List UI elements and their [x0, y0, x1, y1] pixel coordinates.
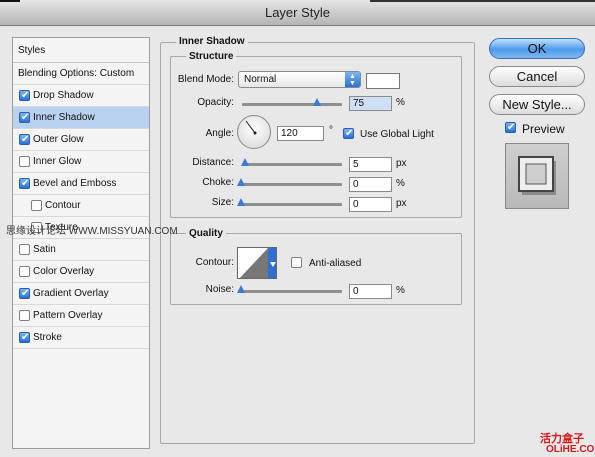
style-item-checkbox[interactable]: [19, 90, 30, 101]
style-item-label: Drop Shadow: [33, 90, 94, 101]
noise-label: Noise:: [205, 284, 234, 295]
size-unit: px: [396, 198, 407, 209]
style-items: Drop Shadow Inner Shadow Outer Glow Inner G…: [13, 85, 149, 349]
select-arrows-icon: ▲ ▼: [345, 72, 360, 87]
contour-curve-icon: [239, 248, 276, 278]
size-slider[interactable]: [242, 203, 342, 206]
preview-checkbox[interactable]: [505, 122, 516, 133]
style-item-checkbox[interactable]: [19, 134, 30, 145]
size-label: Size:: [211, 197, 234, 208]
distance-field[interactable]: 5: [349, 157, 392, 172]
angle-dial-needle-icon: [245, 120, 257, 135]
style-item-contour[interactable]: Contour: [13, 195, 149, 217]
style-item-checkbox[interactable]: [19, 332, 30, 343]
size-slider-knob[interactable]: [237, 198, 245, 206]
window-title: Layer Style: [264, 5, 331, 20]
style-item-label: Color Overlay: [33, 266, 95, 277]
choke-slider[interactable]: [242, 183, 342, 186]
style-item-label: Contour: [45, 200, 81, 211]
style-item-bevel-and-emboss[interactable]: Bevel and Emboss: [13, 173, 149, 195]
style-preview: [505, 143, 569, 209]
choke-slider-knob[interactable]: [237, 178, 245, 186]
noise-field[interactable]: 0: [349, 284, 392, 299]
distance-unit: px: [396, 158, 407, 169]
style-item-checkbox[interactable]: [19, 178, 30, 189]
watermark-left: 思缘设计论坛 WWW.MISSYUAN.COM: [6, 226, 178, 237]
watermark-right-bottom: OLiHE.COM: [546, 444, 595, 455]
style-item-label: Satin: [33, 244, 56, 255]
use-global-light-label: Use Global Light: [360, 129, 434, 140]
contour-picker[interactable]: [237, 247, 277, 279]
style-item-label: Gradient Overlay: [33, 288, 109, 299]
style-item-outer-glow[interactable]: Outer Glow: [13, 129, 149, 151]
opacity-slider-knob[interactable]: [313, 98, 321, 106]
quality-title: Quality: [186, 228, 226, 239]
contour-label: Contour:: [195, 257, 234, 268]
choke-field[interactable]: 0: [349, 177, 392, 192]
blend-mode-value: Normal: [244, 74, 277, 85]
blending-options-item[interactable]: Blending Options: Custom: [13, 63, 149, 85]
style-item-inner-glow[interactable]: Inner Glow: [13, 151, 149, 173]
noise-unit: %: [396, 285, 405, 296]
choke-unit: %: [396, 178, 405, 189]
inner-shadow-title: Inner Shadow: [176, 36, 248, 47]
style-item-checkbox[interactable]: [19, 288, 30, 299]
use-global-light-checkbox[interactable]: [343, 128, 354, 139]
blend-mode-select[interactable]: Normal ▲ ▼: [238, 71, 361, 88]
preview-thumbnail-icon: [518, 156, 556, 195]
style-item-label: Outer Glow: [33, 134, 84, 145]
ok-button[interactable]: OK: [489, 38, 585, 59]
distance-slider[interactable]: [242, 163, 342, 166]
angle-field[interactable]: 120: [277, 126, 324, 141]
noise-slider-knob[interactable]: [237, 285, 245, 293]
cancel-button[interactable]: Cancel: [489, 66, 585, 87]
title-bar-edge: [0, 0, 20, 2]
style-item-label: Bevel and Emboss: [33, 178, 117, 189]
angle-label: Angle:: [205, 128, 234, 139]
distance-label: Distance:: [192, 157, 234, 168]
opacity-unit: %: [396, 97, 405, 108]
styles-list: Styles Blending Options: Custom Drop Sha…: [12, 37, 150, 449]
blend-mode-label: Blend Mode:: [177, 74, 234, 85]
opacity-slider[interactable]: [242, 103, 342, 106]
structure-title: Structure: [186, 51, 237, 62]
preview-label: Preview: [522, 122, 565, 136]
anti-aliased-checkbox[interactable]: [291, 257, 302, 268]
choke-label: Choke:: [202, 177, 234, 188]
style-item-inner-shadow[interactable]: Inner Shadow: [13, 107, 149, 129]
style-item-label: Inner Glow: [33, 156, 82, 167]
style-item-checkbox[interactable]: [19, 244, 30, 255]
style-item-satin[interactable]: Satin: [13, 239, 149, 261]
style-item-color-overlay[interactable]: Color Overlay: [13, 261, 149, 283]
size-field[interactable]: 0: [349, 197, 392, 212]
shadow-color-swatch[interactable]: [366, 73, 400, 89]
style-item-drop-shadow[interactable]: Drop Shadow: [13, 85, 149, 107]
style-item-checkbox[interactable]: [19, 310, 30, 321]
opacity-field[interactable]: 75: [349, 96, 392, 111]
title-bar-edge-right: [370, 0, 595, 2]
style-item-checkbox[interactable]: [31, 200, 42, 211]
title-bar: Layer Style: [0, 0, 595, 26]
style-item-checkbox[interactable]: [19, 156, 30, 167]
new-style-button[interactable]: New Style...: [489, 94, 585, 115]
blending-options-label: Blending Options: Custom: [18, 68, 135, 79]
style-item-pattern-overlay[interactable]: Pattern Overlay: [13, 305, 149, 327]
angle-unit: °: [329, 125, 333, 136]
style-item-gradient-overlay[interactable]: Gradient Overlay: [13, 283, 149, 305]
style-item-checkbox[interactable]: [19, 266, 30, 277]
style-item-label: Stroke: [33, 332, 62, 343]
style-item-label: Inner Shadow: [33, 112, 95, 123]
style-item-label: Pattern Overlay: [33, 310, 103, 321]
distance-slider-knob[interactable]: [241, 158, 249, 166]
style-item-stroke[interactable]: Stroke: [13, 327, 149, 349]
anti-aliased-label: Anti-aliased: [309, 258, 362, 269]
styles-header[interactable]: Styles: [13, 38, 149, 63]
noise-slider[interactable]: [242, 290, 342, 293]
style-item-checkbox[interactable]: [19, 112, 30, 123]
angle-dial[interactable]: [237, 115, 271, 149]
opacity-label: Opacity:: [197, 97, 234, 108]
